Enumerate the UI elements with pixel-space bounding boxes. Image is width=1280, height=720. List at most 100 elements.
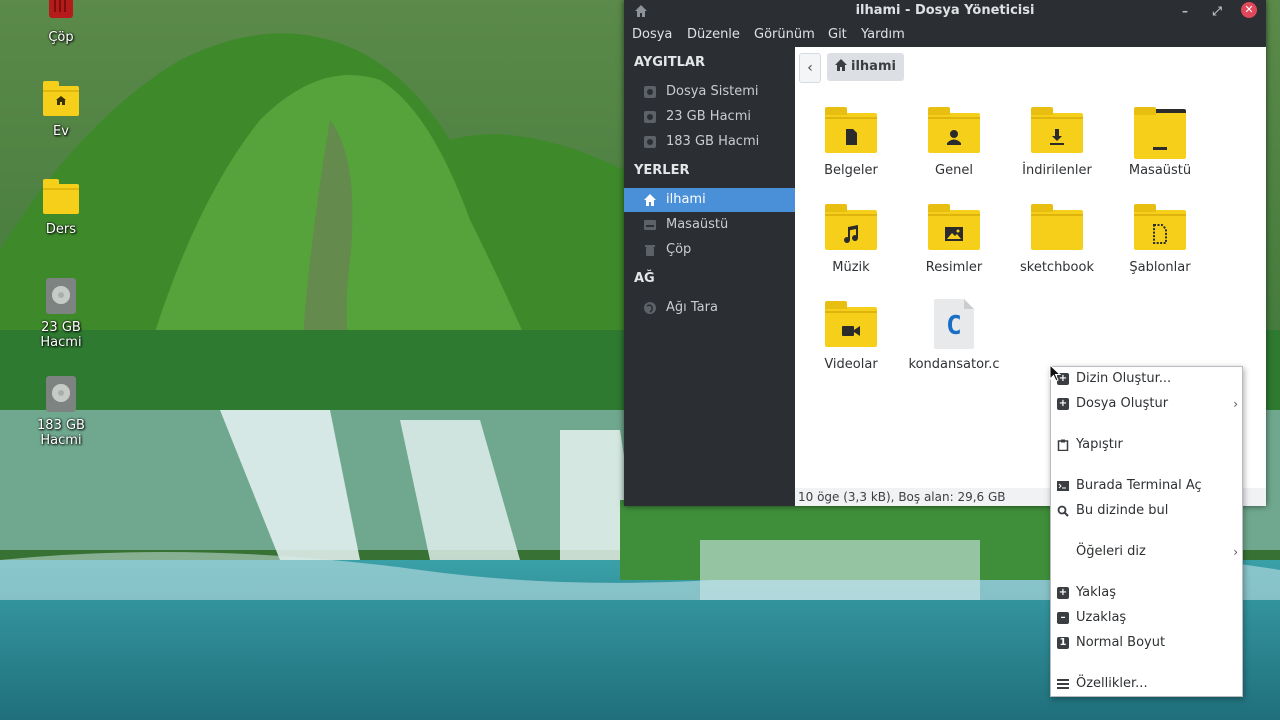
chevron-left-icon: ‹	[807, 60, 813, 76]
menu-item-zoom-out[interactable]: – Uzaklaş	[1051, 607, 1242, 629]
maximize-icon: ⤢	[1212, 4, 1222, 18]
close-button[interactable]: ✕	[1241, 2, 1257, 18]
menu-item-label: Normal Boyut	[1076, 635, 1166, 650]
sidebar-heading-places: YERLER	[634, 163, 690, 178]
file-name: sketchbook	[1019, 260, 1094, 275]
file-item-sketchbook[interactable]: sketchbook	[1007, 202, 1107, 275]
window-titlebar[interactable]: ilhami - Dosya Yöneticisi – ⤢ ✕	[624, 0, 1266, 22]
desktop-icon	[644, 220, 656, 230]
menu-item-label: Özellikler...	[1076, 676, 1148, 691]
file-name: Şablonlar	[1129, 260, 1191, 275]
close-icon: ✕	[1244, 3, 1254, 16]
menu-git[interactable]: Git	[828, 27, 847, 42]
desktop-icon-trash[interactable]: Çöp	[19, 0, 103, 45]
sidebar-item-183gb[interactable]: 183 GB Hacmi	[624, 130, 795, 154]
sidebar-item-masaustu[interactable]: Masaüstü	[624, 213, 795, 237]
path-bar: ‹ ilhami	[795, 47, 1266, 89]
menu-item-find[interactable]: Bu dizinde bul	[1051, 500, 1242, 522]
desktop-icon-183gb[interactable]: 183 GB Hacmi	[19, 374, 103, 448]
menu-item-label: Öğeleri diz	[1076, 544, 1146, 559]
public-folder-icon	[928, 105, 980, 157]
menu-item-open-terminal[interactable]: Burada Terminal Aç	[1051, 475, 1242, 497]
folder-icon	[41, 178, 81, 218]
file-item-sablonlar[interactable]: Şablonlar	[1110, 202, 1210, 275]
new-file-icon: +	[1057, 398, 1069, 410]
desktop-icon-23gb[interactable]: 23 GB Hacmi	[19, 276, 103, 350]
file-item-masaustu[interactable]: Masaüstü	[1110, 105, 1210, 178]
file-item-genel[interactable]: Genel	[904, 105, 1004, 178]
menu-yardim[interactable]: Yardım	[861, 27, 905, 42]
sidebar-item-label: 23 GB Hacmi	[666, 109, 751, 124]
menubar: Dosya Düzenle Görünüm Git Yardım	[624, 25, 1266, 47]
menu-item-label: Dosya Oluştur	[1076, 396, 1169, 411]
file-item-indirilenler[interactable]: İndirilenler	[1007, 105, 1107, 178]
terminal-icon	[1057, 481, 1069, 491]
file-item-muzik[interactable]: Müzik	[801, 202, 901, 275]
file-item-resimler[interactable]: Resimler	[904, 202, 1004, 275]
desktop-icon-label: 23 GB Hacmi	[40, 320, 82, 350]
menu-item-label: Yaklaş	[1076, 585, 1116, 600]
sidebar-item-filesystem[interactable]: Dosya Sistemi	[624, 80, 795, 104]
file-item-videolar[interactable]: Videolar	[801, 299, 901, 372]
menu-item-normal-size[interactable]: 1 Normal Boyut	[1051, 632, 1242, 654]
menu-item-zoom-in[interactable]: + Yaklaş	[1051, 582, 1242, 604]
file-name: Belgeler	[824, 163, 878, 178]
sidebar-item-label: Çöp	[666, 242, 692, 257]
sidebar-item-cop[interactable]: Çöp	[624, 238, 795, 262]
minimize-button[interactable]: –	[1176, 2, 1194, 20]
drive-icon	[644, 86, 656, 98]
trash-icon	[645, 245, 655, 256]
desktop-icon-label: Ders	[45, 222, 77, 237]
sidebar-item-label: Dosya Sistemi	[666, 84, 759, 99]
zoom-out-icon: –	[1057, 612, 1069, 624]
templates-folder-icon	[1134, 202, 1186, 254]
menu-gorunum[interactable]: Görünüm	[754, 27, 815, 42]
back-button[interactable]: ‹	[799, 53, 821, 83]
sidebar-item-ilhami[interactable]: ilhami	[624, 188, 795, 212]
chevron-right-icon: ›	[1233, 397, 1238, 411]
drive-icon	[41, 374, 81, 414]
pictures-folder-icon	[928, 202, 980, 254]
file-item-kondansator[interactable]: C kondansator.c	[904, 299, 1004, 372]
file-name: Resimler	[925, 260, 983, 275]
file-name: İndirilenler	[1022, 163, 1092, 178]
desktop-icon-label: Ev	[53, 124, 69, 139]
sidebar-item-label: 183 GB Hacmi	[666, 134, 760, 149]
menu-item-create-file[interactable]: + Dosya Oluştur ›	[1051, 393, 1242, 415]
sidebar-heading-devices: AYGITLAR	[634, 55, 705, 70]
menu-item-arrange[interactable]: Öğeleri diz ›	[1051, 541, 1242, 563]
file-name: kondansator.c	[908, 357, 1000, 372]
menu-item-paste[interactable]: Yapıştır	[1051, 434, 1242, 456]
home-folder-icon	[41, 80, 81, 120]
menu-item-properties[interactable]: Özellikler...	[1051, 673, 1242, 695]
desktop-icon-ders[interactable]: Ders	[19, 178, 103, 237]
breadcrumb-label: ilhami	[851, 59, 896, 74]
menu-item-create-folder[interactable]: + Dizin Oluştur...	[1051, 368, 1242, 390]
sidebar-item-network[interactable]: Ağı Tara	[624, 296, 795, 320]
search-icon	[1057, 505, 1069, 517]
paste-icon	[1057, 439, 1069, 451]
sidebar-item-label: Masaüstü	[666, 217, 729, 232]
sidebar-item-23gb[interactable]: 23 GB Hacmi	[624, 105, 795, 129]
folder-icon	[1031, 202, 1083, 254]
home-icon	[835, 59, 847, 71]
zoom-in-icon: +	[1057, 587, 1069, 599]
breadcrumb-home[interactable]: ilhami	[827, 53, 904, 81]
music-folder-icon	[825, 202, 877, 254]
menu-dosya[interactable]: Dosya	[632, 27, 672, 42]
drive-icon	[644, 111, 656, 123]
maximize-button[interactable]: ⤢	[1208, 2, 1226, 20]
properties-icon	[1057, 679, 1069, 689]
menu-duzenle[interactable]: Düzenle	[687, 27, 740, 42]
context-menu: + Dizin Oluştur... + Dosya Oluştur › Yap…	[1050, 366, 1243, 697]
menu-item-label: Burada Terminal Aç	[1076, 478, 1202, 493]
file-name: Masaüstü	[1128, 163, 1192, 178]
desktop-icon-home[interactable]: Ev	[19, 80, 103, 139]
drive-icon	[644, 136, 656, 148]
menu-item-label: Bu dizinde bul	[1076, 503, 1169, 518]
minimize-icon: –	[1182, 4, 1188, 18]
file-item-belgeler[interactable]: Belgeler	[801, 105, 901, 178]
downloads-folder-icon	[1031, 105, 1083, 157]
sidebar: AYGITLAR Dosya Sistemi 23 GB Hacmi 183 G…	[624, 47, 795, 506]
videos-folder-icon	[825, 299, 877, 351]
